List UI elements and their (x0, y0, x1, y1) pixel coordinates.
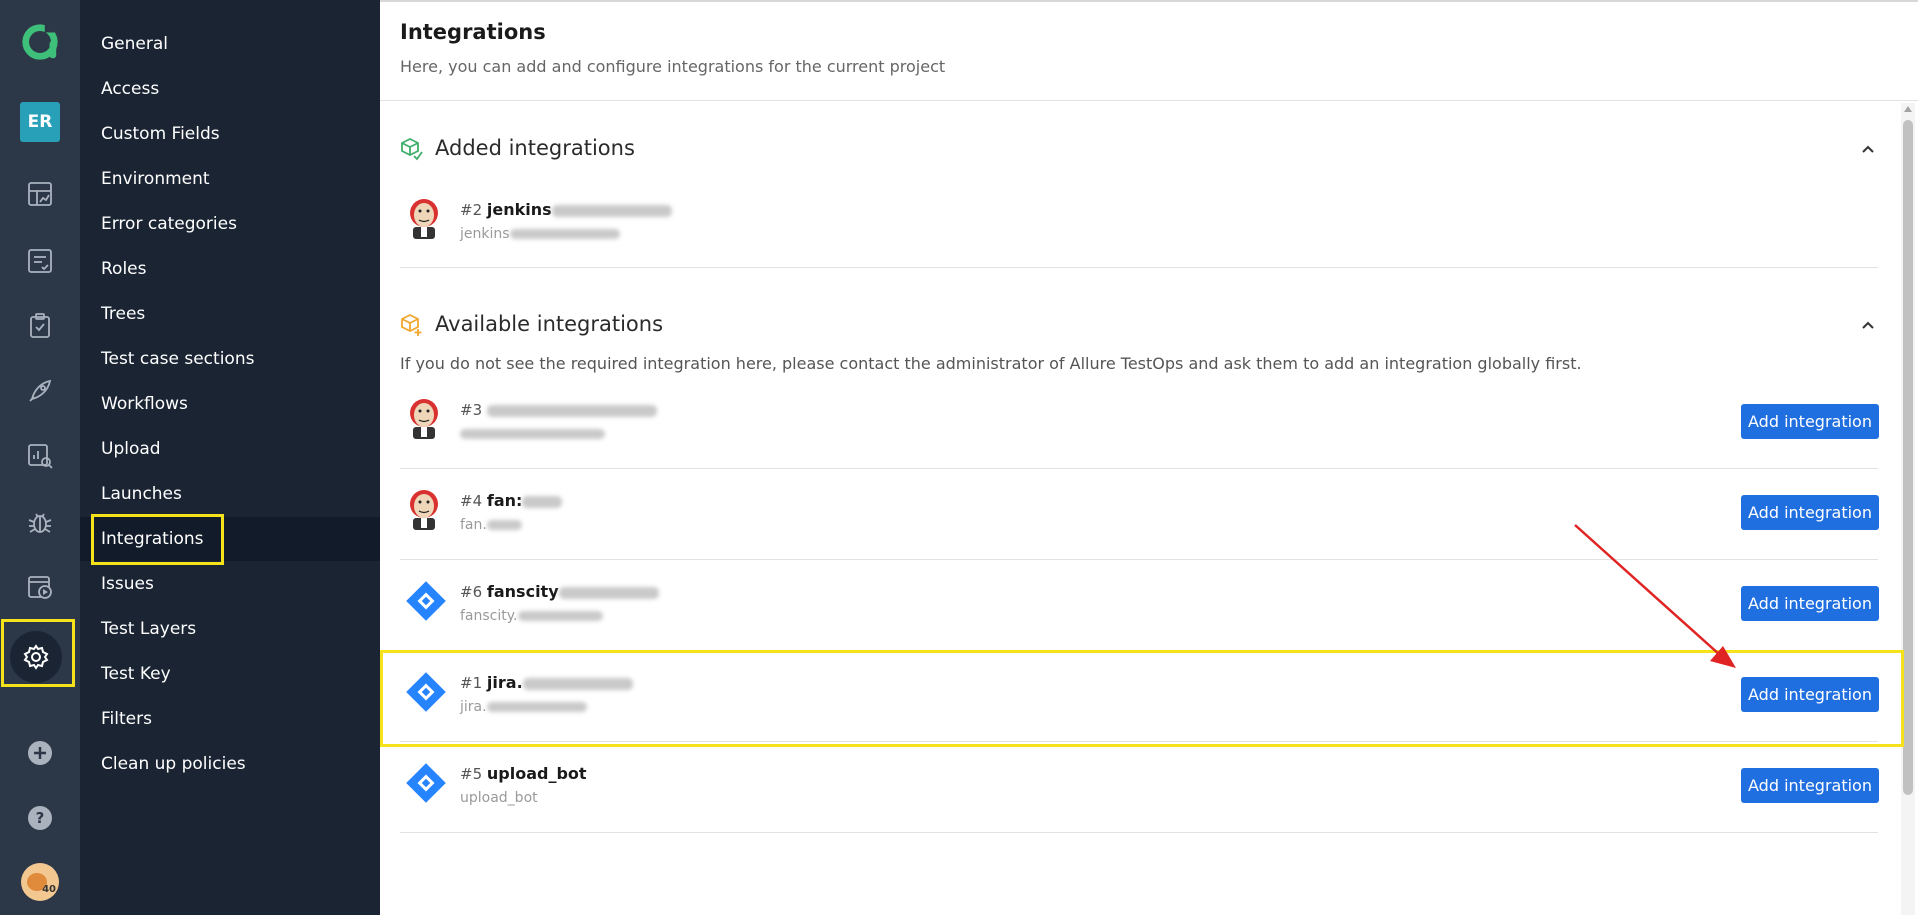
available-item-subtitle: fan. (460, 517, 522, 533)
added-integrations-title: Added integrations (435, 136, 635, 160)
launches-icon[interactable] (20, 371, 60, 411)
jira-logo-icon (404, 579, 446, 625)
defects-icon[interactable] (20, 502, 60, 542)
icon-rail: ER ? 40 (0, 0, 80, 915)
integration-host: fanscity. (460, 608, 518, 624)
available-integrations-title: Available integrations (435, 312, 664, 336)
available-item-subtitle: upload_bot (460, 790, 538, 806)
redacted-text (486, 520, 522, 530)
add-integration-button[interactable]: Add integration (1741, 495, 1879, 530)
added-integrations-icon (400, 137, 424, 165)
nav-item-issues[interactable]: Issues (80, 562, 380, 606)
jenkins-logo-icon (404, 486, 444, 532)
add-icon[interactable] (20, 733, 60, 773)
available-item-subtitle: fanscity. (460, 608, 603, 624)
available-item-subtitle (460, 426, 605, 442)
available-item-title: #5 upload_bot (460, 764, 587, 783)
nav-item-filters[interactable]: Filters (80, 697, 380, 741)
testplans-icon[interactable] (20, 306, 60, 346)
add-integration-button[interactable]: Add integration (1741, 768, 1879, 803)
redacted-text (509, 229, 620, 239)
page-subtitle: Here, you can add and configure integrat… (400, 57, 946, 76)
analytics-icon[interactable] (20, 436, 60, 476)
added-item-title: #2 jenkins (460, 200, 672, 219)
added-item-subtitle: jenkins (460, 226, 620, 242)
redacted-text (558, 586, 659, 599)
nav-item-test-layers[interactable]: Test Layers (80, 607, 380, 651)
settings-nav: General Access Custom Fields Environment… (80, 0, 380, 915)
nav-item-launches[interactable]: Launches (80, 472, 380, 516)
nav-item-test-key[interactable]: Test Key (80, 652, 380, 696)
scrollbar-thumb[interactable] (1903, 120, 1913, 795)
row-divider (400, 832, 1878, 833)
integration-name: fanscity (486, 582, 559, 601)
integration-host: jenkins (460, 226, 510, 242)
help-icon[interactable]: ? (20, 798, 60, 838)
nav-item-trees[interactable]: Trees (80, 292, 380, 336)
top-border (380, 0, 1918, 2)
jenkins-logo-icon (404, 195, 444, 241)
page-title: Integrations (400, 20, 546, 44)
add-integration-button[interactable]: Add integration (1741, 404, 1879, 439)
red-arrow-annotation (1574, 524, 1736, 668)
redacted-text (460, 429, 605, 439)
jobs-icon[interactable] (20, 567, 60, 607)
integration-host: fan. (460, 517, 487, 533)
added-collapse-chevron-icon[interactable] (1858, 139, 1878, 159)
nav-item-upload[interactable]: Upload (80, 427, 380, 471)
available-integrations-icon (400, 313, 424, 341)
avatar-badge: 40 (42, 884, 56, 895)
avatar[interactable]: 40 (20, 862, 60, 902)
scroll-up-arrow-icon[interactable] (1904, 106, 1912, 112)
nav-item-general[interactable]: General (80, 22, 380, 66)
svg-text:?: ? (36, 809, 45, 827)
testcases-icon[interactable] (20, 241, 60, 281)
jira-logo-icon (404, 761, 446, 807)
available-collapse-chevron-icon[interactable] (1858, 315, 1878, 335)
redacted-text (486, 404, 657, 417)
row-divider (400, 267, 1878, 268)
nav-item-error-categories[interactable]: Error categories (80, 202, 380, 246)
row-divider (400, 468, 1878, 469)
main-content: Integrations Here, you can add and confi… (380, 0, 1918, 915)
integration-id: #6 (460, 583, 483, 601)
available-notice: If you do not see the required integrati… (400, 354, 1582, 373)
project-badge-label: ER (20, 102, 60, 142)
redacted-text (522, 495, 563, 508)
integration-name: upload_bot (486, 764, 587, 783)
nav-item-clean-up-policies[interactable]: Clean up policies (80, 742, 380, 786)
integration-name: fan: (486, 491, 523, 510)
add-integration-button[interactable]: Add integration (1741, 586, 1879, 621)
nav-item-environment[interactable]: Environment (80, 157, 380, 201)
available-item-title: #4 fan: (460, 491, 563, 510)
redacted-text (517, 611, 603, 621)
available-item-title: #3 (460, 400, 657, 419)
integration-id: #4 (460, 492, 483, 510)
project-badge[interactable]: ER (20, 102, 60, 142)
nav-item-workflows[interactable]: Workflows (80, 382, 380, 426)
nav-item-test-case-sections[interactable]: Test case sections (80, 337, 380, 381)
nav-item-integrations[interactable]: Integrations (80, 517, 380, 561)
redacted-text (551, 204, 672, 217)
settings-icon[interactable] (16, 637, 56, 677)
integration-id: #2 (460, 201, 483, 219)
integration-id: #3 (460, 401, 483, 419)
allure-logo-icon[interactable] (20, 22, 60, 62)
integration-id: #5 (460, 765, 483, 783)
nav-item-roles[interactable]: Roles (80, 247, 380, 291)
integration-name: jenkins (486, 200, 552, 219)
nav-item-access[interactable]: Access (80, 67, 380, 111)
jenkins-logo-icon (404, 395, 444, 441)
dashboard-icon[interactable] (20, 174, 60, 214)
available-item-title: #6 fanscity (460, 582, 659, 601)
header-divider (380, 100, 1918, 101)
nav-item-custom-fields[interactable]: Custom Fields (80, 112, 380, 156)
